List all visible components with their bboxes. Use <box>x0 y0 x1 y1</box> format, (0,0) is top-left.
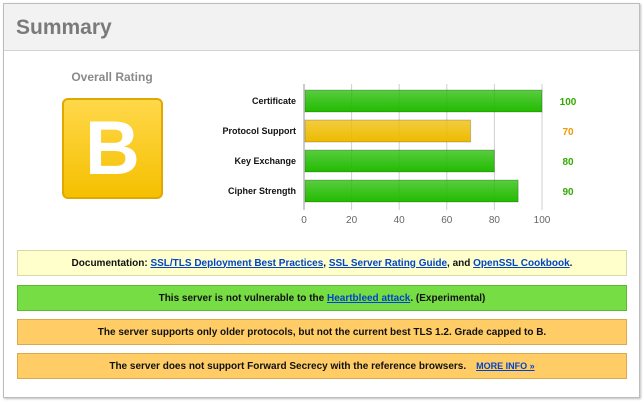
category-label: Protocol Support <box>223 126 297 136</box>
bar <box>304 179 519 203</box>
heartbleed-notice: This server is not vulnerable to the Hea… <box>17 285 627 311</box>
bar <box>304 89 543 113</box>
bar <box>304 149 495 173</box>
bar <box>304 119 472 143</box>
openssl-cookbook-link[interactable]: OpenSSL Cookbook <box>473 258 570 269</box>
x-tick-label: 20 <box>346 215 358 226</box>
doc-sep2: , and <box>447 257 471 269</box>
category-label: Key Exchange <box>234 156 296 166</box>
heartbleed-link[interactable]: Heartbleed attack <box>327 293 410 304</box>
x-tick-label: 60 <box>441 215 453 226</box>
rating-chart: 0 20 40 60 80 100 Certificate 100 Protocol Suppo… <box>204 82 584 232</box>
overall-rating-label: Overall Rating <box>71 70 153 84</box>
grade-letter: B <box>85 105 140 191</box>
summary-header: Summary <box>4 4 639 51</box>
heartbleed-prefix: This server is not vulnerable to the <box>158 292 325 304</box>
rating-chart-svg: 0 20 40 60 80 100 Certificate 100 Protocol Suppo… <box>223 84 577 226</box>
deployment-best-practices-link[interactable]: SSL/TLS Deployment Best Practices <box>150 258 323 269</box>
protocol-text: The server supports only older protocols… <box>97 326 547 338</box>
doc-prefix: Documentation: <box>71 257 148 269</box>
grade-badge: B <box>62 98 163 199</box>
x-tick-label: 40 <box>394 215 406 226</box>
x-tick-label: 100 <box>534 215 551 226</box>
page-title: Summary <box>16 16 112 39</box>
heartbleed-suffix: . (Experimental) <box>410 292 486 304</box>
forward-secrecy-notice: The server does not support Forward Secr… <box>17 353 627 379</box>
category-label: Certificate <box>252 96 296 106</box>
forward-secrecy-text: The server does not support Forward Secr… <box>109 360 467 372</box>
documentation-notice: Documentation: SSL/TLS Deployment Best P… <box>17 250 627 276</box>
value-label: 80 <box>562 157 574 168</box>
protocol-notice: The server supports only older protocols… <box>17 319 627 345</box>
x-tick-label: 0 <box>301 215 307 226</box>
summary-panel: Summary Overall Rating B 0 20 40 60 80 100 Cer… <box>3 3 640 398</box>
rating-guide-link[interactable]: SSL Server Rating Guide <box>329 258 447 269</box>
x-tick-label: 80 <box>489 215 501 226</box>
value-label: 70 <box>562 127 574 138</box>
doc-suffix: . <box>569 257 573 269</box>
value-label: 100 <box>560 97 577 108</box>
doc-sep1: , <box>323 257 327 269</box>
value-label: 90 <box>562 187 574 198</box>
more-info-link[interactable]: MORE INFO » <box>476 361 535 371</box>
category-label: Cipher Strength <box>228 186 296 196</box>
